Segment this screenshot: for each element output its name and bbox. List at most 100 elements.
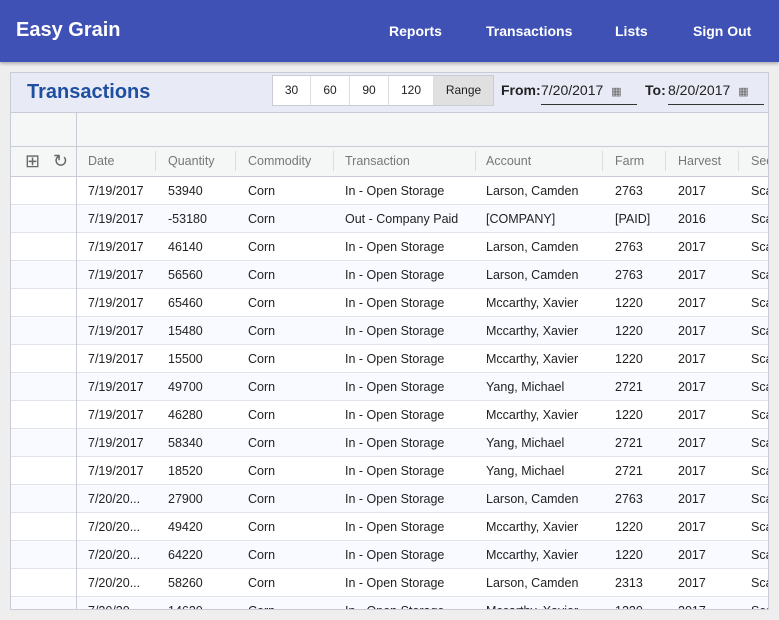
calendar-icon[interactable]: ▦ xyxy=(738,85,748,98)
table-row[interactable]: 7/19/2017 58340 Corn In - Open Storage Yang,… xyxy=(11,429,768,457)
cell-quantity: 18520 xyxy=(168,464,203,478)
range-120-button[interactable]: 120 xyxy=(389,76,434,105)
column-header-commodity[interactable]: Commodity xyxy=(248,154,311,168)
cell-account: Larson, Camden xyxy=(486,492,579,506)
column-header-farm[interactable]: Farm xyxy=(615,154,644,168)
cell-transaction: In - Open Storage xyxy=(345,520,445,534)
cell-date: 7/20/20... xyxy=(88,492,141,506)
range-90-button[interactable]: 90 xyxy=(350,76,389,105)
cell-quantity: 14620 xyxy=(168,604,203,609)
cell-transaction: In - Open Storage xyxy=(345,296,445,310)
to-date-input[interactable]: 8/20/2017 ▦ xyxy=(668,82,764,105)
column-header-date[interactable]: Date xyxy=(88,154,114,168)
cell-account: Yang, Michael xyxy=(486,464,565,478)
cell-sec: Sca xyxy=(751,184,768,198)
cell-account: Larson, Camden xyxy=(486,576,579,590)
cell-commodity: Corn xyxy=(248,212,276,226)
column-header-transaction[interactable]: Transaction xyxy=(345,154,410,168)
column-header-quantity[interactable]: Quantity xyxy=(168,154,215,168)
nav-lists[interactable]: Lists xyxy=(615,23,648,39)
column-header-account[interactable]: Account xyxy=(486,154,531,168)
table-row[interactable]: 7/20/20... 27900 Corn In - Open Storage Lars… xyxy=(11,485,768,513)
cell-farm: 2763 xyxy=(615,184,643,198)
table-row[interactable]: 7/19/2017 46140 Corn In - Open Storage Larso… xyxy=(11,233,768,261)
table-row[interactable]: 7/20/20... 14620 Corn In - Open Storage Mcca… xyxy=(11,597,768,609)
calendar-icon[interactable]: ▦ xyxy=(611,85,621,98)
cell-farm: 1220 xyxy=(615,548,643,562)
table-row[interactable]: 7/20/20... 58260 Corn In - Open Storage Lars… xyxy=(11,569,768,597)
nav-sign-out[interactable]: Sign Out xyxy=(693,23,751,39)
cell-date: 7/20/20... xyxy=(88,520,141,534)
cell-sec: Sca xyxy=(751,436,768,450)
cell-transaction: In - Open Storage xyxy=(345,464,445,478)
cell-sec: Sca xyxy=(751,352,768,366)
cell-harvest: 2017 xyxy=(678,604,706,609)
to-label: To: xyxy=(645,82,666,98)
table-row[interactable]: 7/20/20... 49420 Corn In - Open Storage Mcca… xyxy=(11,513,768,541)
cell-date: 7/19/2017 xyxy=(88,296,144,310)
cell-transaction: In - Open Storage xyxy=(345,380,445,394)
cell-farm: [PAID] xyxy=(615,212,651,226)
transactions-panel: Transactions 30 60 90 120 Range From: 7/… xyxy=(10,72,769,610)
range-60-button[interactable]: 60 xyxy=(311,76,350,105)
table-row[interactable]: 7/19/2017 -53180 Corn Out - Company Paid [CO… xyxy=(11,205,768,233)
top-nav: Easy Grain Reports Transactions Lists Si… xyxy=(0,0,779,62)
column-header-sec[interactable]: Sec xyxy=(751,154,768,168)
cell-commodity: Corn xyxy=(248,240,276,254)
range-buttons: 30 60 90 120 Range xyxy=(272,75,494,106)
cell-sec: Sca xyxy=(751,380,768,394)
table-row[interactable]: 7/19/2017 53940 Corn In - Open Storage Larso… xyxy=(11,177,768,205)
cell-farm: 1220 xyxy=(615,352,643,366)
cell-date: 7/19/2017 xyxy=(88,184,144,198)
cell-commodity: Corn xyxy=(248,492,276,506)
cell-date: 7/19/2017 xyxy=(88,268,144,282)
cell-account: Larson, Camden xyxy=(486,268,579,282)
cell-date: 7/19/2017 xyxy=(88,240,144,254)
cell-account: Mccarthy, Xavier xyxy=(486,408,579,422)
cell-quantity: 64220 xyxy=(168,548,203,562)
panel-header: Transactions 30 60 90 120 Range From: 7/… xyxy=(11,73,768,113)
cell-date: 7/19/2017 xyxy=(88,380,144,394)
add-icon[interactable]: ⊞ xyxy=(25,151,40,172)
cell-quantity: 53940 xyxy=(168,184,203,198)
table-row[interactable]: 7/19/2017 15480 Corn In - Open Storage Mccar… xyxy=(11,317,768,345)
cell-account: Mccarthy, Xavier xyxy=(486,352,579,366)
cell-sec: Sca xyxy=(751,324,768,338)
table-row[interactable]: 7/19/2017 15500 Corn In - Open Storage Mccar… xyxy=(11,345,768,373)
column-divider xyxy=(76,113,77,609)
refresh-icon[interactable]: ↻ xyxy=(53,151,68,172)
cell-transaction: In - Open Storage xyxy=(345,184,445,198)
cell-date: 7/20/20... xyxy=(88,576,141,590)
range-30-button[interactable]: 30 xyxy=(273,76,311,105)
cell-farm: 2313 xyxy=(615,576,643,590)
cell-account: [COMPANY] xyxy=(486,212,556,226)
nav-reports[interactable]: Reports xyxy=(389,23,442,39)
range-custom-button[interactable]: Range xyxy=(434,76,493,105)
table-row[interactable]: 7/19/2017 65460 Corn In - Open Storage Mccar… xyxy=(11,289,768,317)
cell-transaction: In - Open Storage xyxy=(345,604,444,609)
cell-commodity: Corn xyxy=(248,324,276,338)
table-row[interactable]: 7/19/2017 46280 Corn In - Open Storage Mccar… xyxy=(11,401,768,429)
cell-transaction: Out - Company Paid xyxy=(345,212,459,226)
app-brand[interactable]: Easy Grain xyxy=(16,19,121,42)
table-row[interactable]: 7/20/20... 64220 Corn In - Open Storage Mcca… xyxy=(11,541,768,569)
cell-commodity: Corn xyxy=(248,576,276,590)
cell-transaction: In - Open Storage xyxy=(345,352,445,366)
cell-account: Mccarthy, Xavier xyxy=(486,296,579,310)
table-row[interactable]: 7/19/2017 49700 Corn In - Open Storage Yang,… xyxy=(11,373,768,401)
cell-commodity: Corn xyxy=(248,296,276,310)
cell-farm: 2721 xyxy=(615,464,643,478)
toolbar-area xyxy=(11,113,768,147)
column-header-harvest[interactable]: Harvest xyxy=(678,154,721,168)
from-date-input[interactable]: 7/20/2017 ▦ xyxy=(541,82,637,105)
cell-date: 7/19/2017 xyxy=(88,352,144,366)
cell-account: Larson, Camden xyxy=(486,240,579,254)
cell-harvest: 2017 xyxy=(678,464,706,478)
header-separator xyxy=(665,151,666,171)
cell-harvest: 2017 xyxy=(678,240,706,254)
cell-sec: Sca xyxy=(751,492,768,506)
cell-commodity: Corn xyxy=(248,380,276,394)
table-row[interactable]: 7/19/2017 56560 Corn In - Open Storage Larso… xyxy=(11,261,768,289)
nav-transactions[interactable]: Transactions xyxy=(486,23,572,39)
table-row[interactable]: 7/19/2017 18520 Corn In - Open Storage Yang,… xyxy=(11,457,768,485)
